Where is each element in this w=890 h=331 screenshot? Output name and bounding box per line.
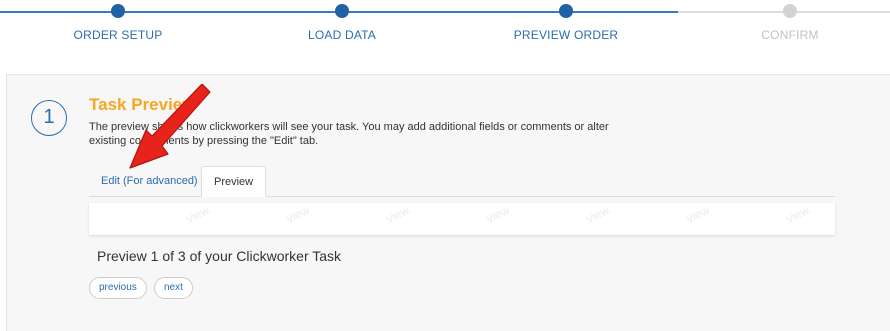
step-label: LOAD DATA xyxy=(307,28,377,42)
watermark-text: view xyxy=(184,203,212,226)
step-order-setup[interactable]: ORDER SETUP xyxy=(18,4,218,42)
step-preview-order[interactable]: PREVIEW ORDER xyxy=(466,4,666,42)
watermark-text: view xyxy=(784,203,812,226)
watermark-text: view xyxy=(584,203,612,226)
watermark-text: view xyxy=(484,203,512,226)
order-stepper: ORDER SETUP LOAD DATA PREVIEW ORDER CONF… xyxy=(0,0,890,60)
step-confirm: CONFIRM xyxy=(690,4,890,42)
step-dot-icon xyxy=(559,4,573,18)
watermark-text: view xyxy=(284,203,312,226)
step-label: CONFIRM xyxy=(761,28,819,42)
step-dot-icon xyxy=(783,4,797,18)
step-dot-icon xyxy=(111,4,125,18)
preview-tabs: Edit (For advanced) Preview xyxy=(89,166,835,197)
tab-edit-advanced[interactable]: Edit (For advanced) xyxy=(89,166,210,196)
preview-caption: Preview 1 of 3 of your Clickworker Task xyxy=(97,248,342,264)
preview-frame: view view view view view view view xyxy=(89,203,835,235)
panel-description: The preview shows how clickworkers will … xyxy=(89,121,609,147)
task-preview-panel: 1 Task Preview The preview shows how cli… xyxy=(6,74,890,331)
tab-preview[interactable]: Preview xyxy=(201,166,267,197)
step-dot-icon xyxy=(335,4,349,18)
panel-title: Task Preview xyxy=(89,95,196,114)
step-label: ORDER SETUP xyxy=(73,28,163,42)
step-label: PREVIEW ORDER xyxy=(513,28,619,42)
next-button[interactable]: next xyxy=(154,277,193,299)
step-number-badge: 1 xyxy=(31,100,67,136)
step-load-data[interactable]: LOAD DATA xyxy=(242,4,442,42)
watermark-text: view xyxy=(384,203,412,226)
watermark-text: view xyxy=(684,203,712,226)
previous-button[interactable]: previous xyxy=(89,277,147,299)
